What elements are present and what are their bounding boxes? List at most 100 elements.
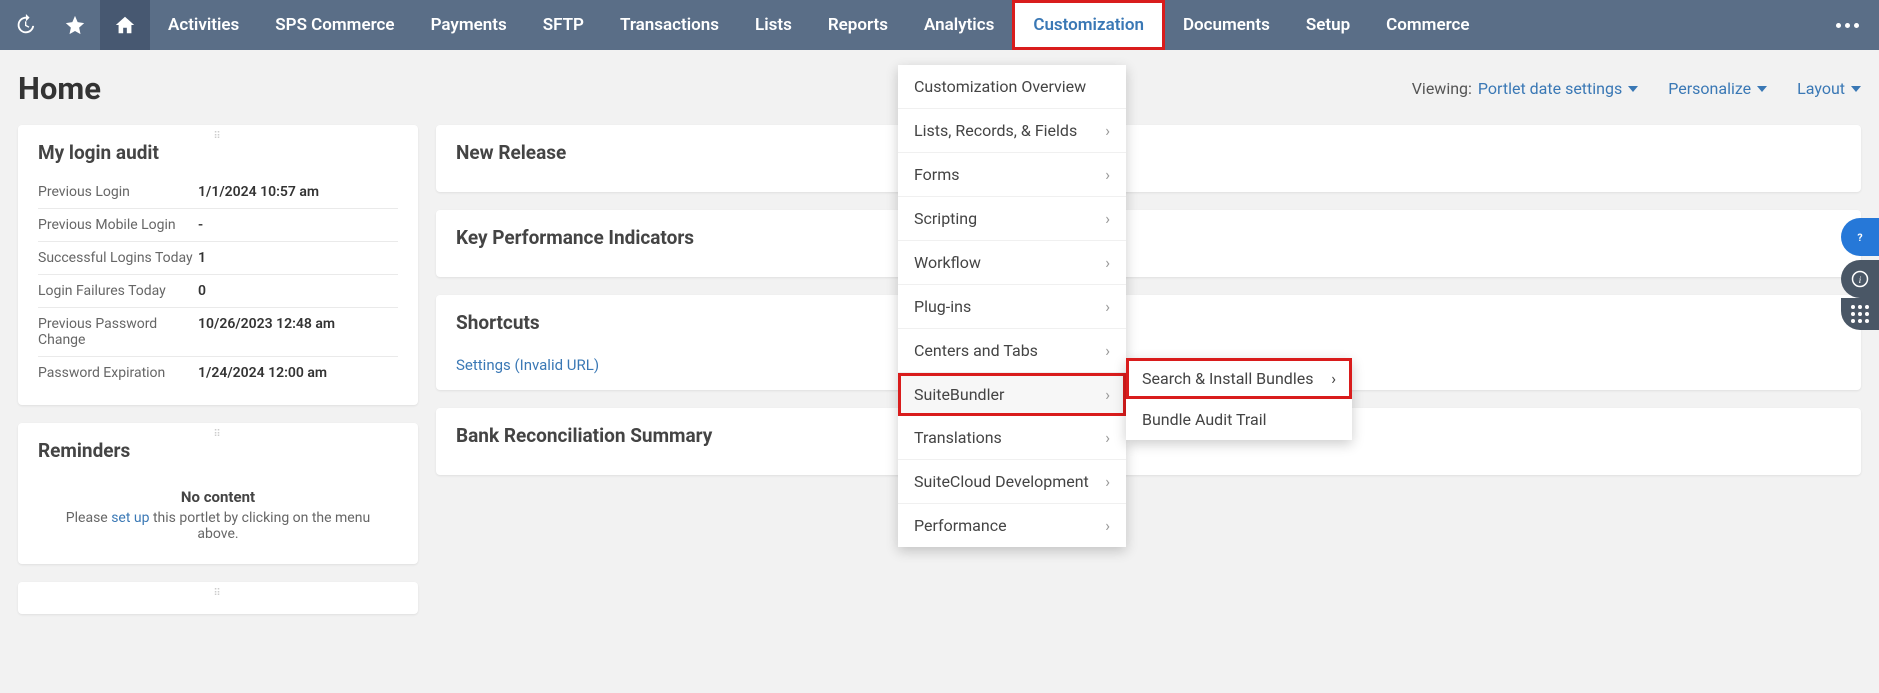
row-value: - [198, 217, 203, 233]
dropdown-item-centers-and-tabs[interactable]: Centers and Tabs› [898, 329, 1126, 373]
topbar-right [1836, 23, 1879, 28]
row-label: Successful Logins Today [38, 250, 198, 266]
chevron-right-icon: › [1105, 253, 1110, 272]
empty-portlet: ⠿ [18, 582, 418, 614]
setup-link[interactable]: set up [111, 510, 149, 526]
dropdown-item-suitecloud-development[interactable]: SuiteCloud Development › [898, 460, 1126, 504]
portlet-title: Reminders [38, 439, 398, 462]
customization-dropdown: Customization Overview Lists, Records, & … [898, 65, 1126, 547]
viewing-prefix: Viewing: [1412, 79, 1472, 98]
nav-item-documents[interactable]: Documents [1165, 0, 1288, 50]
portlet-title: New Release [456, 141, 1841, 164]
submenu-item-label: Bundle Audit Trail [1142, 410, 1267, 429]
no-content-body: Please set up this portlet by clicking o… [58, 510, 378, 542]
svg-text:i: i [1859, 275, 1862, 286]
star-icon[interactable] [50, 0, 100, 50]
row-label: Previous Password Change [38, 316, 198, 348]
dropdown-item-plug-ins[interactable]: Plug-ins› [898, 285, 1126, 329]
new-release-portlet: New Release [436, 125, 1861, 192]
kpi-portlet: Key Performance Indicators [436, 210, 1861, 277]
dropdown-item-label: Centers and Tabs [914, 341, 1038, 360]
svg-text:?: ? [1857, 231, 1862, 244]
dropdown-item-performance[interactable]: Performance › [898, 504, 1126, 547]
caret-down-icon [1757, 86, 1767, 92]
chevron-right-icon: › [1105, 121, 1110, 140]
left-column: ⠿ My login audit Previous Login1/1/2024 … [18, 125, 418, 614]
drag-handle-icon[interactable]: ⠿ [213, 429, 222, 440]
nav-item-activities[interactable]: Activities [150, 0, 257, 50]
dropdown-item-suitebundler[interactable]: SuiteBundler › [898, 373, 1126, 416]
row-value: 1/1/2024 10:57 am [198, 184, 319, 200]
portlet-title: Key Performance Indicators [456, 226, 1841, 249]
row-value: 1/24/2024 12:00 am [198, 365, 327, 381]
suitebundler-submenu: Search & Install Bundles› Bundle Audit Tr… [1126, 358, 1352, 440]
dropdown-item-customization-overview[interactable]: Customization Overview [898, 65, 1126, 109]
nav-item-analytics[interactable]: Analytics [906, 0, 1012, 50]
page-title: Home [18, 70, 101, 107]
dropdown-item-workflow[interactable]: Workflow › [898, 241, 1126, 285]
dropdown-item-scripting[interactable]: Scripting› [898, 197, 1126, 241]
chevron-right-icon: › [1105, 385, 1110, 404]
viewing-control[interactable]: Viewing: Portlet date settings [1412, 79, 1639, 98]
dropdown-item-label: Forms [914, 165, 960, 184]
row-label: Login Failures Today [38, 283, 198, 299]
nav-item-sftp[interactable]: SFTP [525, 0, 602, 50]
layout-label: Layout [1797, 79, 1845, 98]
nav-item-reports[interactable]: Reports [810, 0, 906, 50]
login-audit-portlet: ⠿ My login audit Previous Login1/1/2024 … [18, 125, 418, 405]
info-button[interactable]: i [1841, 260, 1879, 298]
home-icon[interactable] [100, 0, 150, 50]
dropdown-item-label: Scripting [914, 209, 977, 228]
dropdown-item-label: SuiteBundler [914, 385, 1004, 404]
dropdown-item-lists-records-fields[interactable]: Lists, Records, & Fields› [898, 109, 1126, 153]
chevron-right-icon: › [1105, 297, 1110, 316]
layout-control[interactable]: Layout [1797, 79, 1861, 98]
login-audit-row: Previous Mobile Login- [38, 209, 398, 242]
shortcut-link[interactable]: Settings (Invalid URL) [456, 356, 599, 374]
login-audit-row: Password Expiration1/24/2024 12:00 am [38, 357, 398, 389]
no-content-title: No content [58, 488, 378, 506]
topbar: ActivitiesSPS CommercePaymentsSFTPTransa… [0, 0, 1879, 50]
login-audit-row: Login Failures Today0 [38, 275, 398, 308]
chevron-right-icon: › [1105, 428, 1110, 447]
caret-down-icon [1628, 86, 1638, 92]
login-audit-row: Successful Logins Today1 [38, 242, 398, 275]
dropdown-item-translations[interactable]: Translations › [898, 416, 1126, 460]
dropdown-item-label: Workflow [914, 253, 981, 272]
row-label: Password Expiration [38, 365, 198, 381]
submenu-item-search-install-bundles[interactable]: Search & Install Bundles› [1126, 358, 1352, 399]
topbar-icons [0, 0, 150, 50]
row-label: Previous Login [38, 184, 198, 200]
nav-item-payments[interactable]: Payments [413, 0, 525, 50]
dropdown-item-forms[interactable]: Forms› [898, 153, 1126, 197]
submenu-item-bundle-audit-trail[interactable]: Bundle Audit Trail [1126, 399, 1352, 440]
nav-item-setup[interactable]: Setup [1288, 0, 1368, 50]
header-right: Viewing: Portlet date settings Personali… [1412, 79, 1861, 98]
nav-item-customization[interactable]: Customization [1012, 0, 1165, 50]
nav-item-sps-commerce[interactable]: SPS Commerce [257, 0, 412, 50]
help-button[interactable]: ? [1841, 218, 1879, 256]
chevron-right-icon: › [1105, 472, 1110, 491]
submenu-item-label: Search & Install Bundles [1142, 369, 1313, 388]
personalize-label: Personalize [1668, 79, 1751, 98]
nav-item-transactions[interactable]: Transactions [602, 0, 737, 50]
drag-handle-icon[interactable]: ⠿ [213, 588, 222, 599]
dropdown-item-label: SuiteCloud Development [914, 472, 1089, 491]
nav-item-lists[interactable]: Lists [737, 0, 810, 50]
dropdown-item-label: Translations [914, 428, 1002, 447]
row-value: 0 [198, 283, 206, 299]
dropdown-item-label: Customization Overview [914, 77, 1086, 96]
personalize-control[interactable]: Personalize [1668, 79, 1767, 98]
reminders-portlet: ⠿ Reminders No content Please set up thi… [18, 423, 418, 564]
more-icon[interactable] [1836, 23, 1859, 28]
nav-item-commerce[interactable]: Commerce [1368, 0, 1487, 50]
portlet-title: My login audit [38, 141, 398, 164]
dropdown-item-label: Performance [914, 516, 1007, 535]
nav-items: ActivitiesSPS CommercePaymentsSFTPTransa… [150, 0, 1488, 50]
chevron-right-icon: › [1105, 516, 1110, 535]
dialpad-button[interactable] [1841, 298, 1879, 330]
row-value: 10/26/2023 12:48 am [198, 316, 335, 348]
history-icon[interactable] [0, 0, 50, 50]
drag-handle-icon[interactable]: ⠿ [213, 131, 222, 142]
login-audit-row: Previous Login1/1/2024 10:57 am [38, 176, 398, 209]
